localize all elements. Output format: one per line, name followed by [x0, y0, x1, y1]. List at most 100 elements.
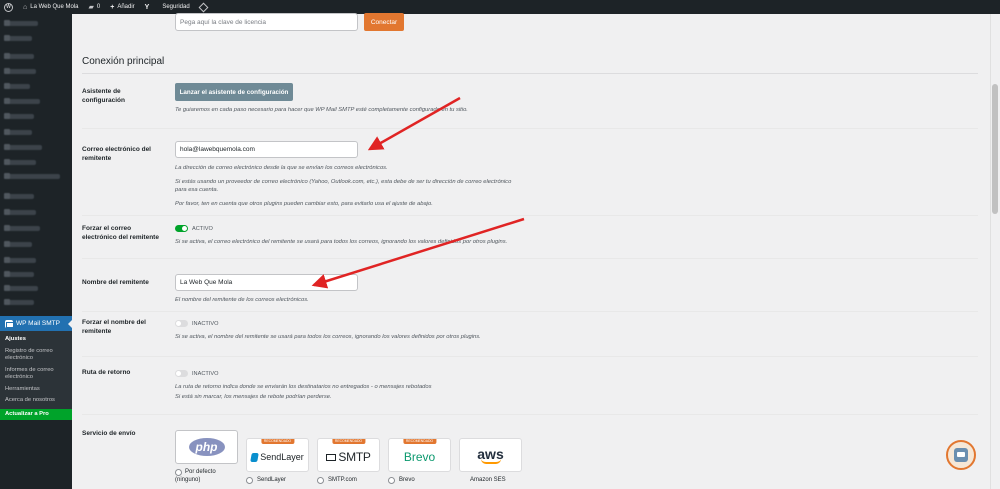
- mailer-label-smtp: SMTP.com: [328, 477, 357, 483]
- sidebar-item-blurred[interactable]: [4, 83, 30, 89]
- row-divider: [82, 311, 978, 312]
- mailer-tile-brevo[interactable]: RECOMENDADO Brevo: [388, 438, 451, 472]
- force-email-toggle[interactable]: [175, 225, 188, 232]
- mailer-label: Servicio de envío: [82, 430, 136, 437]
- sidebar-item-blurred[interactable]: [4, 53, 34, 59]
- from-email-label: Correo electrónico del remitente: [82, 146, 151, 162]
- site-name-link[interactable]: ⌂ La Web Que Mola: [23, 4, 78, 11]
- plus-icon: +: [110, 3, 115, 11]
- admin-sidebar: WP Mail SMTP Ajustes Registro de correo …: [0, 14, 72, 489]
- return-path-label: Ruta de retorno: [82, 369, 131, 376]
- from-email-field[interactable]: hola@lawebquemola.com: [175, 141, 358, 158]
- sidebar-item-blurred[interactable]: [4, 225, 40, 231]
- from-name-label: Nombre del remitente: [82, 279, 149, 286]
- return-path-desc-1: La ruta de retorno indica donde se envia…: [175, 384, 432, 390]
- sidebar-item-blurred[interactable]: [4, 129, 32, 135]
- sidebar-item-blurred[interactable]: [4, 35, 32, 41]
- mailer-tile-smtp[interactable]: RECOMENDADO SMTP: [317, 438, 380, 472]
- wizard-description: Te guiaremos en cada paso necesario para…: [175, 107, 468, 113]
- comment-icon: ▰: [88, 3, 94, 11]
- force-name-label: Forzar el nombre del remitente: [82, 319, 146, 335]
- sidebar-item-blurred[interactable]: [4, 144, 42, 150]
- sidebar-item-blurred[interactable]: [4, 193, 34, 199]
- sidebar-item-blurred[interactable]: [4, 173, 60, 179]
- force-name-state: INACTIVO: [192, 321, 219, 327]
- return-path-toggle[interactable]: [175, 370, 188, 377]
- sidebar-item-blurred[interactable]: [4, 98, 40, 104]
- row-divider: [82, 258, 978, 259]
- brevo-logo: Brevo: [403, 450, 436, 464]
- mailer-radio-brevo[interactable]: [388, 477, 395, 484]
- sidebar-item-blurred[interactable]: [4, 209, 36, 215]
- sidebar-item-blurred[interactable]: [4, 68, 36, 74]
- return-path-desc-2: Si está sin marcar, los mensajes de rebo…: [175, 394, 332, 400]
- license-input[interactable]: Pega aquí la clave de licencia: [175, 13, 358, 31]
- force-name-toggle[interactable]: [175, 320, 188, 327]
- from-name-field[interactable]: La Web Que Mola: [175, 274, 358, 291]
- new-content-link[interactable]: + Añadir: [110, 4, 134, 11]
- admin-bar: ⌂La Web Que Mola ▰0 +Añadir Y Seguridad: [0, 0, 1000, 14]
- sidebar-item-blurred[interactable]: [4, 271, 34, 277]
- sidebar-item-blurred[interactable]: [4, 159, 36, 165]
- scrollbar-thumb[interactable]: [992, 84, 998, 214]
- sidebar-item-blurred[interactable]: [4, 299, 34, 305]
- recommended-badge: RECOMENDADO: [260, 439, 295, 444]
- mailer-tile-sendlayer[interactable]: RECOMENDADO SendLayer: [246, 438, 309, 472]
- envelope-icon: [326, 453, 337, 461]
- force-email-label: Forzar el correo electrónico del remiten…: [82, 225, 159, 241]
- aws-smile-icon: [480, 459, 501, 464]
- support-icon: [954, 448, 968, 462]
- mailer-tile-amazon-ses[interactable]: aws: [459, 438, 522, 472]
- sendlayer-logo-icon: [250, 452, 260, 462]
- submenu-settings[interactable]: Ajustes: [0, 334, 72, 346]
- recommended-badge: RECOMENDADO: [331, 439, 366, 444]
- diamond-icon[interactable]: [198, 2, 209, 12]
- mailer-label-amazon-ses: Amazon SES: [470, 477, 506, 483]
- row-divider: [82, 414, 978, 415]
- mailer-label-default: Por defecto (ninguno): [175, 469, 216, 483]
- section-divider: [82, 73, 978, 74]
- row-divider: [82, 356, 978, 357]
- submenu-upgrade-pro[interactable]: Actualizar a Pro: [0, 408, 72, 420]
- connect-button[interactable]: Conectar: [364, 13, 404, 31]
- sidebar-item-blurred[interactable]: [4, 113, 34, 119]
- submenu-about[interactable]: Acerca de nosotros: [0, 395, 72, 407]
- row-divider: [82, 215, 978, 216]
- row-divider: [82, 128, 978, 129]
- mailer-radio-smtp[interactable]: [317, 477, 324, 484]
- mailer-label-sendlayer: SendLayer: [257, 477, 287, 483]
- from-email-desc-2: Si estás usando un proveedor de correo e…: [175, 179, 512, 193]
- comments-link[interactable]: ▰ 0: [88, 4, 100, 11]
- yoast-menu-icon[interactable]: Y: [145, 4, 153, 11]
- mailer-label-brevo: Brevo: [399, 477, 415, 483]
- section-title: Conexión principal: [82, 56, 165, 67]
- sidebar-item-blurred[interactable]: [4, 285, 38, 291]
- return-path-state: INACTIVO: [192, 371, 219, 377]
- force-email-description: Si se activa, el correo electrónico del …: [175, 239, 508, 245]
- security-link[interactable]: Seguridad: [162, 4, 189, 10]
- sidebar-item-blurred[interactable]: [4, 20, 38, 26]
- sidebar-item-wp-mail-smtp[interactable]: WP Mail SMTP: [0, 316, 72, 331]
- mailer-tile-php[interactable]: php: [175, 430, 238, 464]
- sidebar-item-blurred[interactable]: [4, 241, 32, 247]
- wordpress-logo-icon[interactable]: [4, 2, 13, 12]
- force-name-description: Si se activa, el nombre del remitente se…: [175, 334, 481, 340]
- mailer-radio-sendlayer[interactable]: [246, 477, 253, 484]
- sidebar-submenu: Ajustes Registro de correo electrónico I…: [0, 331, 72, 420]
- wizard-label: Asistente de configuración: [82, 88, 125, 104]
- launch-wizard-button[interactable]: Lanzar el asistente de configuración: [175, 83, 293, 101]
- mail-icon: [5, 319, 14, 328]
- from-name-description: El nombre del remitente de los correos e…: [175, 297, 309, 303]
- from-email-desc-1: La dirección de correo electrónico desde…: [175, 165, 388, 171]
- page-scrollbar[interactable]: [990, 14, 1000, 489]
- recommended-badge: RECOMENDADO: [402, 439, 437, 444]
- submenu-email-reports[interactable]: Informes de correo electrónico: [0, 365, 72, 384]
- php-logo-icon: php: [188, 438, 225, 456]
- home-icon: ⌂: [23, 3, 28, 11]
- help-widget-button[interactable]: [946, 440, 976, 470]
- from-email-desc-3: Por favor, ten en cuenta que otros plugi…: [175, 201, 433, 207]
- sidebar-item-blurred[interactable]: [4, 257, 36, 263]
- submenu-email-log[interactable]: Registro de correo electrónico: [0, 346, 72, 365]
- force-email-state: ACTIVO: [192, 226, 213, 232]
- submenu-tools[interactable]: Herramientas: [0, 384, 72, 396]
